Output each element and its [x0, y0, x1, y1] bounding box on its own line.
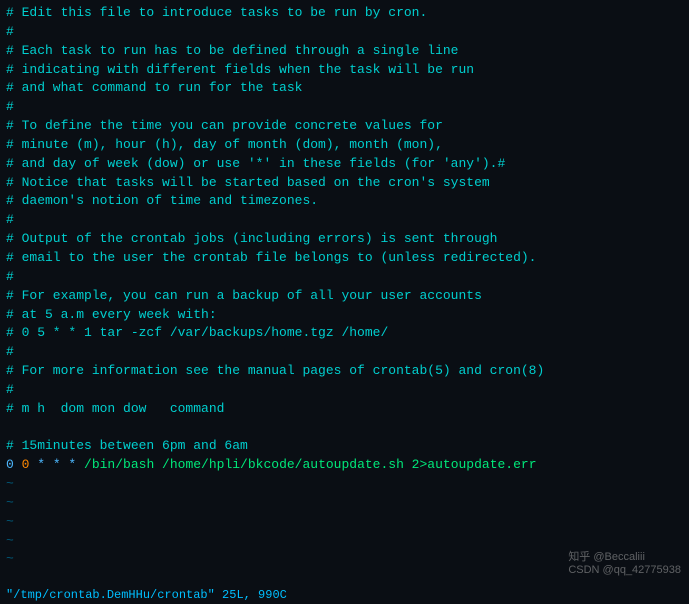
terminal-content: # Edit this file to introduce tasks to b… — [6, 4, 683, 569]
terminal-line: # 15minutes between 6pm and 6am — [6, 437, 683, 456]
terminal-line: # and what command to run for the task — [6, 79, 683, 98]
terminal-line: # and day of week (dow) or use '*' in th… — [6, 155, 683, 174]
terminal-line: # Edit this file to introduce tasks to b… — [6, 4, 683, 23]
terminal-line: ~ — [6, 475, 683, 494]
status-text: "/tmp/crontab.DemHHu/crontab" 25L, 990C — [6, 588, 287, 602]
terminal-line: # email to the user the crontab file bel… — [6, 249, 683, 268]
terminal-line: # m h dom mon dow command — [6, 400, 683, 419]
terminal-line: ~ — [6, 513, 683, 532]
terminal-line: # — [6, 343, 683, 362]
terminal-line: # — [6, 268, 683, 287]
terminal-line: # — [6, 381, 683, 400]
terminal-line: 0 0 * * * /bin/bash /home/hpli/bkcode/au… — [6, 456, 683, 475]
terminal-line: # — [6, 98, 683, 117]
terminal-line: # daemon's notion of time and timezones. — [6, 192, 683, 211]
terminal-line: # For more information see the manual pa… — [6, 362, 683, 381]
terminal-line: # Output of the crontab jobs (including … — [6, 230, 683, 249]
terminal-line — [6, 419, 683, 438]
terminal-line: # 0 5 * * 1 tar -zcf /var/backups/home.t… — [6, 324, 683, 343]
terminal-line: # Each task to run has to be defined thr… — [6, 42, 683, 61]
terminal-window: # Edit this file to introduce tasks to b… — [0, 0, 689, 604]
terminal-line: # at 5 a.m every week with: — [6, 306, 683, 325]
terminal-line: # indicating with different fields when … — [6, 61, 683, 80]
terminal-line: # — [6, 23, 683, 42]
terminal-line: # To define the time you can provide con… — [6, 117, 683, 136]
terminal-line: # minute (m), hour (h), day of month (do… — [6, 136, 683, 155]
terminal-line: # Notice that tasks will be started base… — [6, 174, 683, 193]
watermark: 知乎 @BeccaliiiCSDN @qq_42775938 — [568, 548, 681, 576]
terminal-line: ~ — [6, 494, 683, 513]
terminal-line: # For example, you can run a backup of a… — [6, 287, 683, 306]
status-bar: "/tmp/crontab.DemHHu/crontab" 25L, 990C — [0, 586, 689, 604]
terminal-line: # — [6, 211, 683, 230]
